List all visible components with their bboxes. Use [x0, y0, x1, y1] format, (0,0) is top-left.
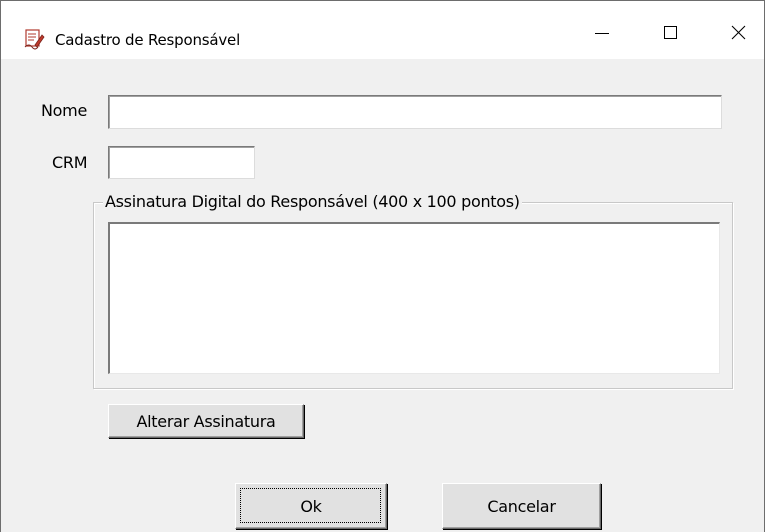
crm-input[interactable]: [108, 146, 255, 179]
maximize-icon: [662, 25, 678, 46]
ok-button[interactable]: Ok: [235, 483, 387, 529]
close-icon: [730, 25, 746, 46]
cancel-button[interactable]: Cancelar: [442, 483, 601, 529]
window-title: Cadastro de Responsável: [55, 31, 241, 49]
dialog-window: Cadastro de Responsável Nome CRM Assinat…: [0, 0, 765, 532]
maximize-button[interactable]: [642, 11, 698, 59]
crm-label: CRM: [52, 153, 88, 172]
alterar-assinatura-button[interactable]: Alterar Assinatura: [108, 404, 304, 438]
nome-input[interactable]: [108, 95, 722, 129]
signature-image-area: [108, 222, 720, 374]
focus-rectangle: [240, 488, 381, 523]
nome-label: Nome: [41, 101, 87, 120]
minimize-button[interactable]: [574, 11, 630, 59]
cancel-label: Cancelar: [487, 496, 556, 516]
minimize-icon: [594, 25, 610, 46]
document-pen-icon: [23, 26, 45, 50]
title-bar[interactable]: Cadastro de Responsável: [1, 1, 764, 59]
alterar-assinatura-label: Alterar Assinatura: [136, 411, 276, 431]
signature-group-legend: Assinatura Digital do Responsável (400 x…: [103, 192, 522, 211]
close-button[interactable]: [710, 11, 765, 59]
